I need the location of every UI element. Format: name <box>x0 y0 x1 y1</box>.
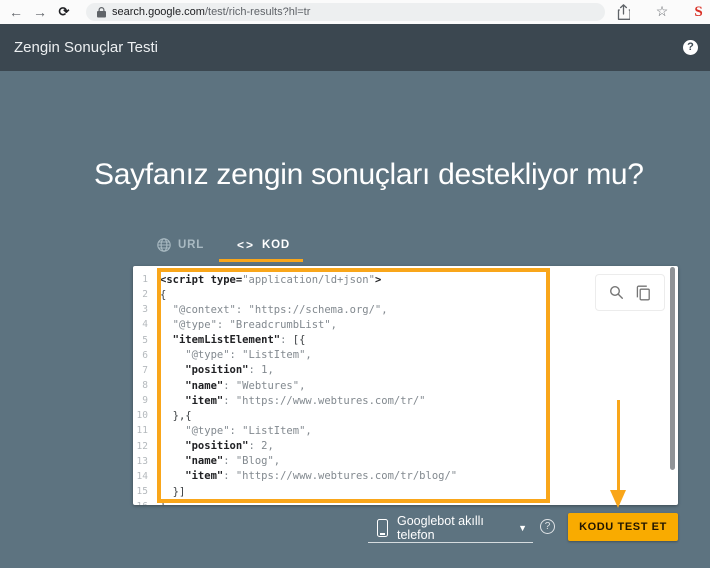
page-title: Sayfanız zengin sonuçları destekliyor mu… <box>94 158 644 191</box>
line-number: 12 <box>136 440 148 452</box>
url-host: search.google.com <box>112 6 205 18</box>
code-text: },{ <box>160 409 192 422</box>
chevron-down-icon: ▼ <box>518 522 527 533</box>
code-text: "@type": "ListItem", <box>160 424 312 437</box>
line-number: 4 <box>142 319 148 331</box>
test-code-button[interactable]: KODU TEST ET <box>568 513 678 541</box>
code-line: 7 "position": 1, <box>133 363 678 378</box>
line-number: 14 <box>136 470 148 482</box>
tab-kod[interactable]: <> KOD <box>237 238 290 252</box>
line-number: 5 <box>142 334 148 346</box>
globe-icon <box>157 238 171 252</box>
tab-url[interactable]: URL <box>157 238 204 252</box>
share-icon[interactable] <box>617 4 631 25</box>
url-bar[interactable]: search.google.com/test/rich-results?hl=t… <box>86 3 605 21</box>
code-line: 14 "item": "https://www.webtures.com/tr/… <box>133 469 678 484</box>
browser-chrome: ← → ⟳ search.google.com/test/rich-result… <box>0 0 710 24</box>
active-tab-indicator <box>219 259 303 262</box>
code-line: 4 "@type": "BreadcrumbList", <box>133 317 678 332</box>
code-line: 9 "item": "https://www.webtures.com/tr/" <box>133 393 678 408</box>
line-number: 11 <box>136 425 148 437</box>
code-line: 10 },{ <box>133 408 678 423</box>
code-line: 13 "name": "Blog", <box>133 454 678 469</box>
editor-toolbar <box>595 274 665 311</box>
code-line: 6 "@type": "ListItem", <box>133 348 678 363</box>
app-title: Zengin Sonuçlar Testi <box>14 39 158 56</box>
lock-icon <box>97 6 106 18</box>
scrollbar-thumb[interactable] <box>670 267 675 470</box>
code-line: 16} <box>133 499 678 505</box>
url-path: /test/rich-results?hl=tr <box>204 6 311 18</box>
line-number: 15 <box>136 486 148 498</box>
line-number: 16 <box>133 501 152 505</box>
browser-reload-icon[interactable]: ⟳ <box>55 0 73 24</box>
code-text: "@type": "ListItem", <box>160 349 312 362</box>
bookmark-star-icon[interactable]: ☆ <box>654 0 670 24</box>
user-agent-select[interactable]: Googlebot akıllı telefon ▼ <box>368 513 533 543</box>
code-text: "@type": "BreadcrumbList", <box>160 318 338 331</box>
line-number: 10 <box>136 410 148 422</box>
user-agent-value: Googlebot akıllı telefon <box>397 513 484 542</box>
code-text: }] <box>160 485 186 498</box>
annotation-arrow <box>617 400 620 492</box>
smartphone-icon <box>377 518 388 537</box>
app-header: Zengin Sonuçlar Testi ? <box>0 24 710 71</box>
browser-forward-icon[interactable]: → <box>31 0 49 24</box>
browser-back-icon[interactable]: ← <box>7 0 25 24</box>
line-number: 6 <box>142 349 148 361</box>
code-text: "item": "https://www.webtures.com/tr/blo… <box>160 470 458 483</box>
line-number: 7 <box>142 364 148 376</box>
code-text: "item": "https://www.webtures.com/tr/" <box>160 394 426 407</box>
line-number: 1 <box>142 274 148 286</box>
extension-icon[interactable]: S <box>690 0 707 24</box>
code-line: 15 }] <box>133 484 678 499</box>
code-line: 12 "position": 2, <box>133 439 678 454</box>
code-line: 5 "itemListElement": [{ <box>133 333 678 348</box>
search-icon[interactable] <box>609 285 624 300</box>
line-number: 8 <box>142 380 148 392</box>
line-number: 9 <box>142 395 148 407</box>
annotation-arrow-head <box>610 490 626 508</box>
code-text: "position": 2, <box>160 440 274 453</box>
code-editor[interactable]: 1 <script type="application/ld+json"> 2{3 … <box>133 266 678 505</box>
code-text: "position": 1, <box>160 364 274 377</box>
tab-url-label: URL <box>178 239 205 251</box>
code-icon: <> <box>237 238 256 252</box>
line-number: 13 <box>136 455 148 467</box>
line-number: 2 <box>142 289 148 301</box>
code-line: 8 "name": "Webtures", <box>133 378 678 393</box>
code-line: 11 "@type": "ListItem", <box>133 423 678 438</box>
code-text: "name": "Blog", <box>160 455 281 468</box>
code-text: } <box>152 501 678 505</box>
tab-kod-label: KOD <box>262 239 290 251</box>
code-text: "name": "Webtures", <box>160 379 306 392</box>
code-text: "itemListElement": [{ <box>160 334 306 347</box>
footer-help-icon[interactable]: ? <box>540 519 555 534</box>
copy-icon[interactable] <box>636 285 651 301</box>
line-number: 3 <box>142 304 148 316</box>
help-icon[interactable]: ? <box>683 40 698 55</box>
